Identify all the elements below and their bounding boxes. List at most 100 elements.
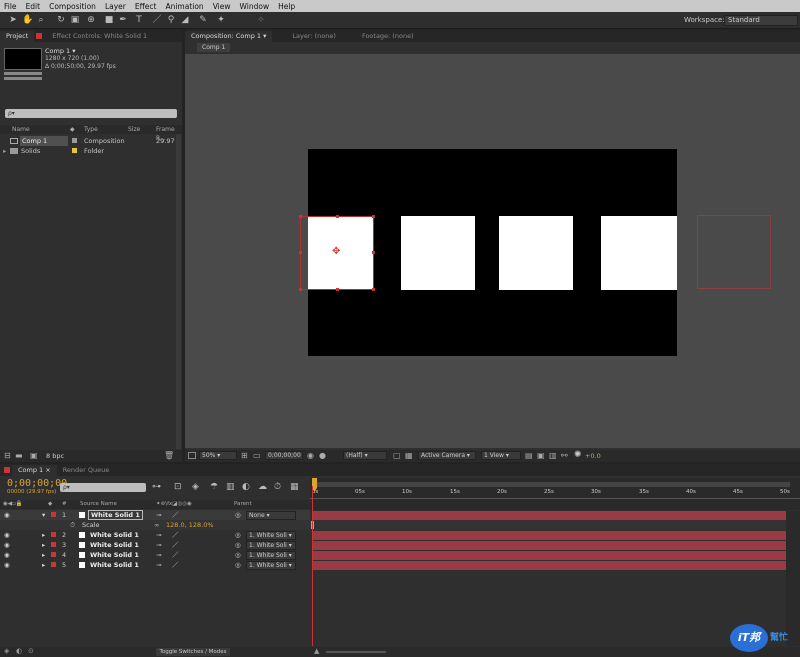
anchor-point-icon[interactable]: ✥ bbox=[332, 247, 340, 257]
layer-duration-bar[interactable] bbox=[312, 551, 786, 560]
live-update-icon[interactable]: ⊡ bbox=[174, 482, 182, 492]
layer-row[interactable]: ◉ ▸ 5 White Solid 1 ⊸ ／ ◎ 1. White Soli … bbox=[0, 560, 310, 570]
region-of-interest-icon[interactable]: ▢ bbox=[393, 451, 401, 460]
hide-shy-layers-icon[interactable]: ☂ bbox=[210, 482, 218, 492]
menu-effect[interactable]: Effect bbox=[135, 2, 157, 11]
safe-zones-icon[interactable]: ⊞ bbox=[241, 451, 248, 460]
exposure-value[interactable]: +0.0 bbox=[585, 452, 601, 460]
new-composition-icon[interactable]: ▣ bbox=[30, 451, 38, 460]
parent-select[interactable]: 1. White Soli ▾ bbox=[246, 561, 296, 570]
quality-switch-icon[interactable]: ／ bbox=[172, 560, 179, 570]
transparency-grid-icon[interactable]: ▦ bbox=[405, 451, 413, 460]
quality-switch-icon[interactable]: ／ bbox=[172, 510, 179, 520]
shy-switch-icon[interactable]: ⊸ bbox=[156, 530, 161, 540]
menu-edit[interactable]: Edit bbox=[26, 2, 41, 11]
roto-brush-tool-icon[interactable]: ✎ bbox=[198, 15, 208, 25]
view-layout-select[interactable]: 1 View ▾ bbox=[481, 451, 521, 460]
visibility-eye-icon[interactable]: ◉ bbox=[4, 560, 10, 570]
project-scrollbar[interactable] bbox=[176, 134, 181, 449]
stopwatch-icon[interactable]: ⏱ bbox=[70, 520, 75, 530]
transform-handle[interactable] bbox=[372, 251, 375, 254]
transform-handle[interactable] bbox=[299, 215, 302, 218]
exposure-icon[interactable]: ✺ bbox=[574, 450, 582, 460]
auto-keyframe-icon[interactable]: ⏱ bbox=[274, 482, 281, 492]
pickwhip-icon[interactable]: ◎ bbox=[235, 540, 241, 550]
pickwhip-icon[interactable]: ◎ bbox=[235, 560, 241, 570]
transform-handle[interactable] bbox=[299, 288, 302, 291]
tab-timeline-comp[interactable]: Comp 1 × bbox=[12, 465, 57, 476]
parent-select[interactable]: 1. White Soli ▾ bbox=[246, 551, 296, 560]
selection-tool-icon[interactable]: ➤ bbox=[8, 15, 18, 25]
comp-mini-flowchart-icon[interactable]: ⊶ bbox=[152, 482, 161, 492]
layer-name[interactable]: White Solid 1 bbox=[90, 560, 139, 570]
tab-layer[interactable]: Layer: (none) bbox=[286, 31, 342, 42]
pixel-aspect-icon[interactable]: ▤ bbox=[525, 451, 533, 460]
brush-tool-icon[interactable]: ／ bbox=[152, 15, 162, 25]
layer-duration-bar[interactable] bbox=[312, 561, 786, 570]
eraser-tool-icon[interactable]: ◢ bbox=[180, 15, 190, 25]
rotate-tool-icon[interactable]: ↻ bbox=[56, 15, 66, 25]
interpret-footage-icon[interactable]: ⊟ bbox=[4, 451, 11, 460]
transform-handle[interactable] bbox=[372, 288, 375, 291]
resolution-select[interactable]: (Half) ▾ bbox=[343, 451, 387, 460]
new-folder-icon[interactable]: ▬ bbox=[15, 451, 23, 460]
layer-outline-offscreen[interactable] bbox=[697, 215, 771, 289]
project-search-input[interactable]: ρ▾ bbox=[5, 109, 177, 118]
expand-arrow-icon[interactable]: ▸ bbox=[3, 146, 6, 156]
toggle-switches-modes-button[interactable]: Toggle Switches / Modes bbox=[156, 648, 230, 656]
transform-handle[interactable] bbox=[336, 288, 339, 291]
project-item-solids[interactable]: ▸ Solids Folder bbox=[0, 146, 182, 156]
frame-blending-icon[interactable]: ▥ bbox=[226, 482, 235, 492]
parent-select[interactable]: 1. White Soli ▾ bbox=[246, 541, 296, 550]
comp-subtab[interactable]: Comp 1 bbox=[197, 43, 231, 52]
modes-icon[interactable]: ◐ bbox=[16, 647, 22, 655]
pickwhip-icon[interactable]: ◎ bbox=[235, 510, 241, 520]
tab-project[interactable]: Project bbox=[0, 31, 35, 42]
tab-footage[interactable]: Footage: (none) bbox=[356, 31, 420, 42]
trash-icon[interactable]: 🗑 bbox=[164, 451, 174, 460]
column-type[interactable]: Type bbox=[84, 125, 98, 134]
magnification-select[interactable]: 50% ▾ bbox=[199, 451, 237, 460]
layer-row[interactable]: ◉ ▸ 4 White Solid 1 ⊸ ／ ◎ 1. White Soli … bbox=[0, 550, 310, 560]
white-solid-layer-4[interactable] bbox=[601, 216, 677, 290]
pan-behind-tool-icon[interactable]: ⊕ bbox=[86, 15, 96, 25]
time-ruler[interactable]: 0s 05s 10s 15s 20s 25s 30s 35s 40s 45s 5… bbox=[310, 478, 800, 510]
label-color-swatch[interactable] bbox=[51, 542, 56, 547]
visibility-eye-icon[interactable]: ◉ bbox=[4, 510, 10, 520]
visibility-eye-icon[interactable]: ◉ bbox=[4, 550, 10, 560]
column-name[interactable]: Name bbox=[12, 125, 30, 134]
always-preview-icon[interactable] bbox=[188, 452, 196, 459]
viewer-area[interactable]: ✥ bbox=[185, 54, 800, 448]
snapshot-icon[interactable]: ◉ bbox=[307, 451, 314, 460]
pen-tool-icon[interactable]: ✒ bbox=[118, 15, 128, 25]
workspace-select[interactable]: Standard bbox=[724, 15, 798, 26]
zoom-tool-icon[interactable]: ⌕ bbox=[36, 15, 46, 25]
visibility-eye-icon[interactable]: ◉ bbox=[4, 530, 10, 540]
quality-switch-icon[interactable]: ／ bbox=[172, 540, 179, 550]
current-time-display[interactable]: 0;00;00;00 bbox=[7, 478, 67, 489]
transform-handle[interactable] bbox=[372, 215, 375, 218]
scale-value[interactable]: 128.0, 128.0% bbox=[166, 520, 214, 530]
expand-arrow-icon[interactable]: ▸ bbox=[42, 550, 45, 560]
expand-arrow-icon[interactable]: ▸ bbox=[42, 540, 45, 550]
menu-composition[interactable]: Composition bbox=[49, 2, 96, 11]
layer-name[interactable]: White Solid 1 bbox=[90, 540, 139, 550]
layer-duration-bar[interactable] bbox=[312, 531, 786, 540]
quality-switch-icon[interactable]: ／ bbox=[172, 530, 179, 540]
shy-switch-icon[interactable]: ⊸ bbox=[156, 540, 161, 550]
color-depth-label[interactable]: 8 bpc bbox=[46, 452, 64, 460]
expand-arrow-icon[interactable]: ▸ bbox=[42, 530, 45, 540]
hand-tool-icon[interactable]: ✋ bbox=[22, 15, 33, 25]
graph-editor-icon[interactable]: ▦ bbox=[290, 482, 299, 492]
pickwhip-icon[interactable]: ◎ bbox=[235, 530, 241, 540]
motion-blur-icon[interactable]: ◐ bbox=[242, 482, 250, 492]
column-source-name[interactable]: Source Name bbox=[80, 500, 117, 509]
white-solid-layer-2[interactable] bbox=[401, 216, 475, 290]
expand-arrow-icon[interactable]: ▸ bbox=[42, 560, 45, 570]
fast-previews-icon[interactable]: ▣ bbox=[537, 451, 545, 460]
white-solid-layer-3[interactable] bbox=[499, 216, 573, 290]
layer-switches-icon[interactable]: ◈ bbox=[4, 647, 9, 655]
constrain-proportions-icon[interactable]: ∞ bbox=[154, 520, 159, 530]
parent-select[interactable]: None ▾ bbox=[246, 511, 296, 520]
transform-handle[interactable] bbox=[299, 251, 302, 254]
